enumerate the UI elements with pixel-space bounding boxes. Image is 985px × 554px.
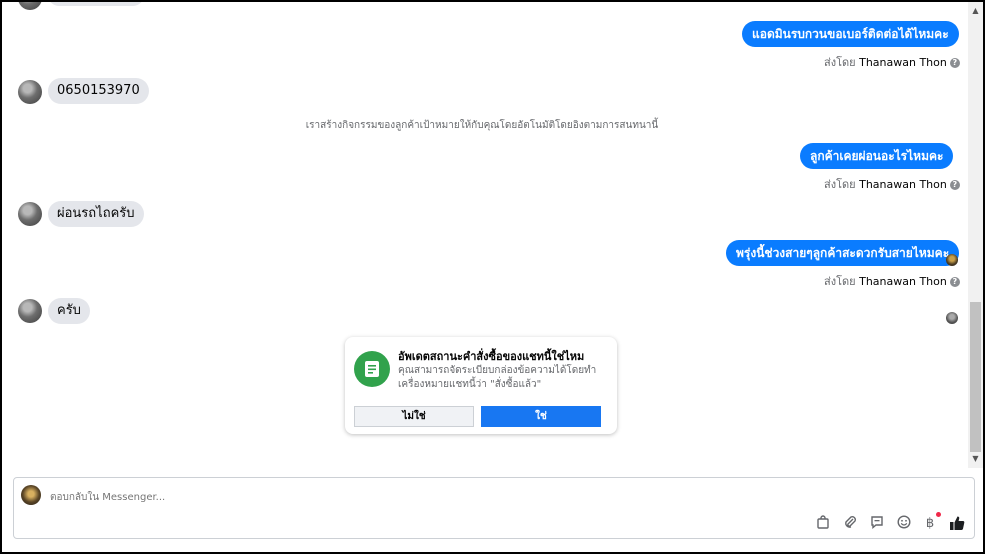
like-icon[interactable] bbox=[948, 515, 966, 533]
emoji-icon[interactable] bbox=[895, 515, 913, 533]
contact-avatar[interactable] bbox=[18, 80, 42, 104]
scroll-down-arrow-icon[interactable]: ▼ bbox=[968, 452, 983, 466]
system-note: เราสร้างกิจกรรมของลูกค้าเป้าหมายให้กับคุ… bbox=[305, 120, 659, 131]
no-button[interactable]: ไม่ใช่ bbox=[354, 406, 474, 427]
sent-by-label: ส่งโดย Thanawan Thon? bbox=[824, 272, 960, 290]
scroll-up-arrow-icon[interactable]: ▲ bbox=[968, 4, 983, 18]
yes-button[interactable]: ใช่ bbox=[481, 406, 601, 427]
prompt-title: อัพเดตสถานะคำสั่งซื้อของแชทนี้ใช่ไหม bbox=[398, 350, 585, 363]
receipt-icon bbox=[354, 351, 390, 387]
message-bubble-cropped bbox=[48, 2, 144, 6]
sent-by-prefix: ส่งโดย bbox=[824, 56, 856, 69]
sent-by-label: ส่งโดย Thanawan Thon? bbox=[824, 53, 960, 71]
chat-scrollbar[interactable]: ▲ ▼ bbox=[968, 2, 983, 468]
sent-by-prefix: ส่งโดย bbox=[824, 178, 856, 191]
message-bubble-incoming[interactable]: ผ่อนรถไถครับ bbox=[48, 201, 144, 227]
seen-receipt-avatar bbox=[946, 312, 958, 324]
bag-icon[interactable] bbox=[814, 515, 832, 533]
saved-reply-icon[interactable] bbox=[868, 515, 886, 533]
sender-name: Thanawan Thon bbox=[859, 178, 947, 191]
sent-by-label: ส่งโดย Thanawan Thon? bbox=[824, 175, 960, 193]
contact-avatar[interactable] bbox=[18, 202, 42, 226]
sender-name: Thanawan Thon bbox=[859, 275, 947, 288]
message-bubble-outgoing[interactable]: ลูกค้าเคยผ่อนอะไรไหมคะ bbox=[800, 143, 954, 169]
help-icon[interactable]: ? bbox=[949, 180, 960, 190]
seen-receipt-avatar bbox=[946, 254, 958, 266]
message-bubble-incoming[interactable]: ครับ bbox=[48, 298, 90, 324]
contact-avatar bbox=[18, 2, 42, 10]
baht-icon[interactable]: ฿ bbox=[921, 515, 939, 533]
paperclip-icon[interactable] bbox=[841, 515, 859, 533]
message-bubble-outgoing[interactable]: แอดมินรบกวนขอเบอร์ติดต่อได้ไหมคะ bbox=[742, 21, 959, 47]
sent-by-prefix: ส่งโดย bbox=[824, 275, 856, 288]
notification-dot bbox=[936, 512, 941, 517]
message-bubble-outgoing[interactable]: พรุ่งนี้ช่วงสายๆลูกค้าสะดวกรับสายไหมคะ bbox=[726, 240, 960, 266]
scroll-thumb[interactable] bbox=[970, 302, 981, 452]
page-avatar bbox=[21, 485, 41, 505]
sender-name: Thanawan Thon bbox=[859, 56, 947, 69]
order-status-prompt: อัพเดตสถานะคำสั่งซื้อของแชทนี้ใช่ไหม คุณ… bbox=[345, 337, 617, 434]
message-bubble-incoming[interactable]: 0650153970 bbox=[48, 78, 149, 104]
help-icon[interactable]: ? bbox=[949, 277, 960, 287]
reply-composer: ฿ bbox=[13, 477, 975, 539]
reply-input[interactable] bbox=[50, 489, 750, 505]
help-icon[interactable]: ? bbox=[949, 58, 960, 68]
contact-avatar[interactable] bbox=[18, 299, 42, 323]
prompt-description: คุณสามารถจัดระเบียบกล่องข้อความได้โดยทำเ… bbox=[398, 365, 597, 390]
